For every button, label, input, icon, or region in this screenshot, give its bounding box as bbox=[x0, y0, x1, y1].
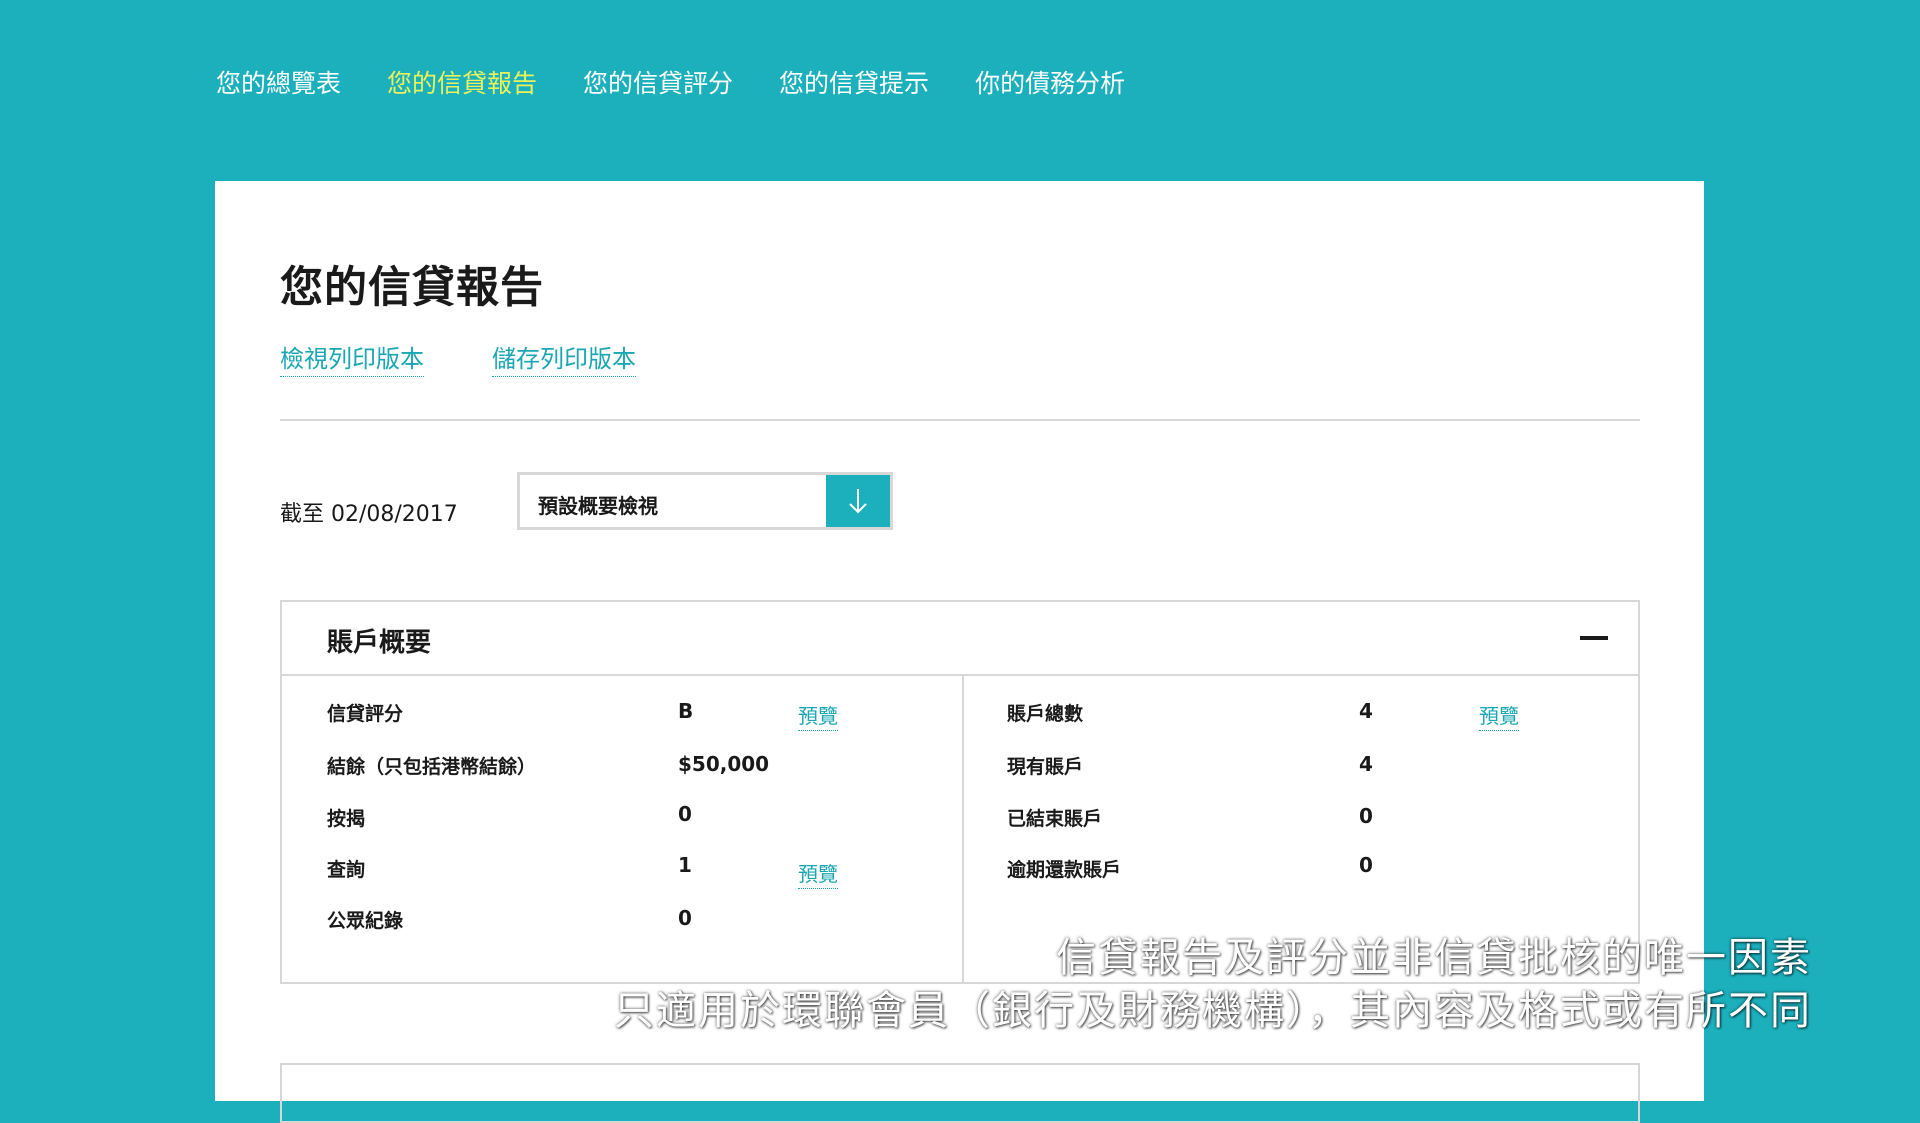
nav-item-debt-analysis[interactable]: 你的債務分析 bbox=[975, 64, 1125, 100]
current-accounts-label: 現有賬戶 bbox=[1007, 756, 1084, 778]
account-summary-header: 賬戶概要 bbox=[282, 602, 1638, 676]
column-divider bbox=[962, 674, 964, 984]
nav-item-credit-alerts[interactable]: 您的信貸提示 bbox=[779, 64, 929, 100]
minus-icon[interactable] bbox=[1580, 636, 1608, 640]
nav-item-credit-report[interactable]: 您的信貸報告 bbox=[387, 64, 537, 100]
total-accounts-preview-link[interactable]: 預覽 bbox=[1479, 700, 1519, 731]
as-of-date: 截至 02/08/2017 bbox=[280, 502, 458, 527]
subtitle-line-1: 信貸報告及評分並非信貸批核的唯一因素 bbox=[1056, 935, 1812, 981]
inquiries-preview-link[interactable]: 預覽 bbox=[798, 858, 838, 889]
view-select-dropdown[interactable]: 預設概要檢視 bbox=[517, 472, 893, 530]
total-accounts-label: 賬戶總數 bbox=[1007, 703, 1084, 725]
page-title: 您的信貸報告 bbox=[280, 263, 544, 313]
dropdown-button[interactable] bbox=[826, 475, 890, 527]
closed-accounts-label: 已結束賬戶 bbox=[1007, 808, 1103, 830]
account-summary-title: 賬戶概要 bbox=[327, 628, 432, 658]
subtitle-line-2: 只適用於環聯會員（銀行及財務機構），其內容及格式或有所不同 bbox=[614, 988, 1812, 1034]
overdue-accounts-label: 逾期還款賬戶 bbox=[1007, 859, 1122, 881]
public-records-value: 0 bbox=[678, 906, 692, 930]
credit-score-label: 信貸評分 bbox=[327, 703, 404, 725]
mortgage-value: 0 bbox=[678, 802, 692, 826]
balance-label: 結餘（只包括港幣結餘） bbox=[327, 756, 537, 778]
divider bbox=[280, 419, 1640, 421]
balance-value: $50,000 bbox=[678, 752, 770, 776]
credit-score-preview-link[interactable]: 預覽 bbox=[798, 700, 838, 731]
public-records-label: 公眾紀錄 bbox=[327, 910, 404, 932]
nav-item-credit-score[interactable]: 您的信貸評分 bbox=[583, 64, 733, 100]
mortgage-label: 按揭 bbox=[327, 808, 366, 830]
current-accounts-value: 4 bbox=[1359, 752, 1373, 776]
credit-score-value: B bbox=[678, 699, 694, 723]
view-print-version-link[interactable]: 檢視列印版本 bbox=[280, 339, 424, 377]
overdue-accounts-value: 0 bbox=[1359, 853, 1373, 877]
closed-accounts-value: 0 bbox=[1359, 804, 1373, 828]
nav-item-overview[interactable]: 您的總覽表 bbox=[216, 64, 341, 100]
inquiries-label: 查詢 bbox=[327, 859, 366, 881]
save-print-version-link[interactable]: 儲存列印版本 bbox=[492, 339, 636, 377]
next-section-panel bbox=[280, 1063, 1640, 1123]
arrow-down-icon bbox=[849, 489, 867, 514]
top-navigation: 您的總覽表 您的信貸報告 您的信貸評分 您的信貸提示 你的債務分析 bbox=[216, 64, 1171, 100]
inquiries-value: 1 bbox=[678, 853, 692, 877]
view-select-value: 預設概要檢視 bbox=[538, 494, 658, 518]
print-links: 檢視列印版本 儲存列印版本 bbox=[280, 339, 704, 377]
total-accounts-value: 4 bbox=[1359, 699, 1373, 723]
